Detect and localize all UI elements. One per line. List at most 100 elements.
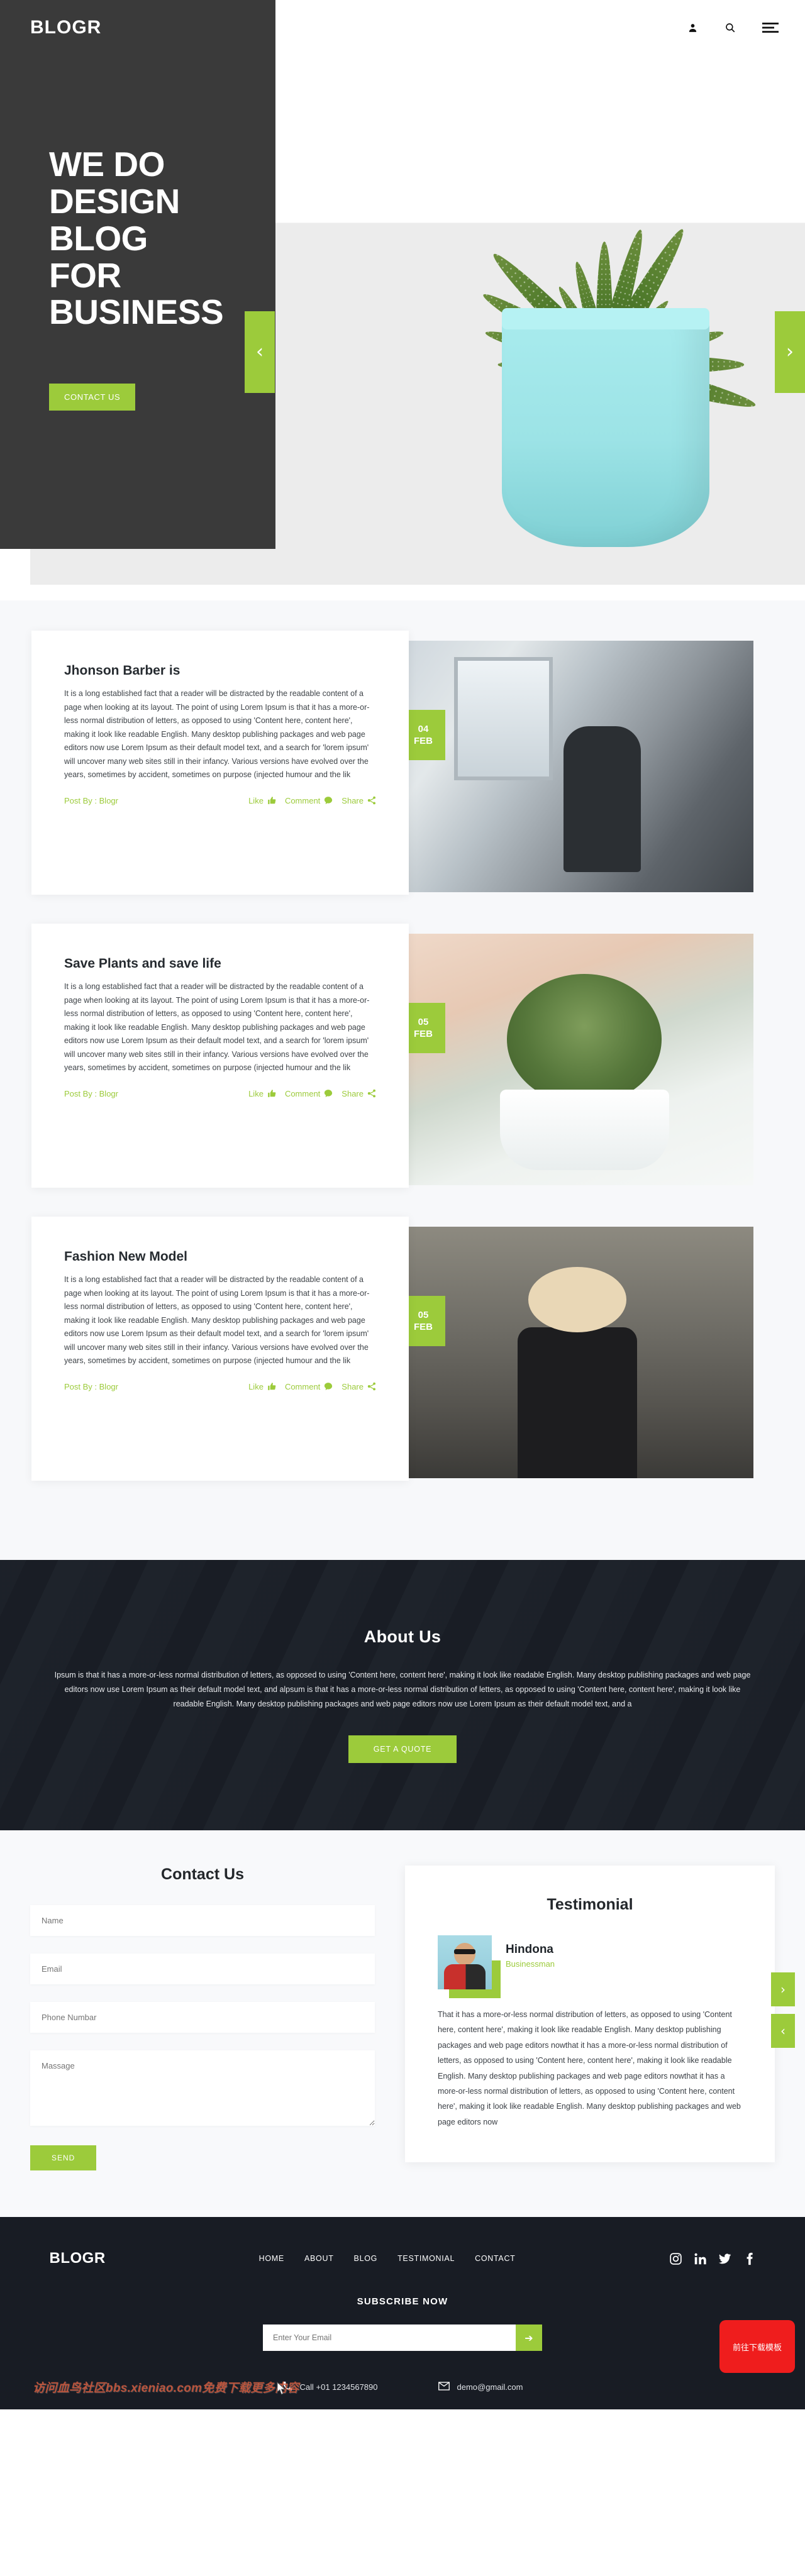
site-logo[interactable]: BLOGR [30,17,101,38]
testimonial-prev-arrow-icon[interactable]: ‹ [771,2014,795,2048]
footer-nav-contact[interactable]: CONTACT [475,2254,515,2263]
hamburger-menu-icon[interactable] [762,23,779,33]
blog-post: Jhonson Barber is It is a long establishe… [31,631,774,895]
post-date-month: FEB [414,736,433,746]
footer-social-group [669,2252,756,2265]
subscribe-submit-button[interactable]: ➔ [516,2324,542,2351]
post-image: 04 FEB [401,641,753,892]
twitter-icon[interactable] [718,2252,731,2265]
watermark-text: 访问血鸟社区bbs.xieniao.com免费下载更多内容 [33,2382,299,2395]
get-a-quote-button[interactable]: GET A QUOTE [348,1735,457,1764]
post-card: Jhonson Barber is It is a long establishe… [31,631,409,895]
share-label[interactable]: Share [341,1089,364,1098]
instagram-icon[interactable] [669,2252,682,2265]
post-card: Fashion New Model It is a long establishe… [31,1217,409,1481]
salon-photo [401,641,753,892]
share-label[interactable]: Share [341,796,364,805]
name-input[interactable] [30,1905,375,1936]
facebook-icon[interactable] [743,2252,756,2265]
testimonial-person: Hindona Businessman [438,1935,742,1998]
site-header: BLOGR [0,0,805,55]
footer-nav-blog[interactable]: BLOG [354,2254,378,2263]
mouse-cursor-icon [277,2381,287,2396]
avatar-wrapper [438,1935,501,1998]
post-image: 05 FEB [401,934,753,1185]
message-textarea[interactable] [30,2050,375,2126]
site-footer: BLOGR HOME ABOUT BLOG TESTIMONIAL CONTACT SU… [0,2217,805,2409]
fashion-photo [401,1227,753,1478]
share-icon[interactable] [367,796,376,805]
comment-label[interactable]: Comment [285,1382,320,1391]
like-label[interactable]: Like [248,796,264,805]
post-meta: Post By : Blogr Like Comment Share [64,1089,376,1098]
plant-pot-rim [502,308,709,329]
post-date-day: 05 [418,1309,429,1320]
post-date-month: FEB [414,1029,433,1039]
contact-us-button[interactable]: CONTACT US [49,384,136,411]
post-body: It is a long established fact that a rea… [64,689,370,779]
header-icon-group [687,22,779,33]
hero-prev-arrow-icon[interactable]: ‹ [245,311,275,393]
post-body: It is a long established fact that a rea… [64,982,370,1072]
subscribe-form: ➔ [263,2324,542,2351]
footer-nav-about[interactable]: ABOUT [304,2254,334,2263]
comment-bubble-icon[interactable] [324,796,333,805]
about-text: Ipsum is that it has a more-or-less norm… [54,1670,751,1709]
post-meta: Post By : Blogr Like Comment Share [64,1382,376,1391]
contact-form-column: Contact Us SEND [30,1866,375,2170]
footer-logo[interactable]: BLOGR [50,2250,106,2267]
comment-label[interactable]: Comment [285,796,320,805]
share-icon[interactable] [367,1089,376,1098]
post-meta: Post By : Blogr Like Comment Share [64,796,376,805]
post-date-day: 04 [418,723,429,734]
footer-email-text: demo@gmail.com [457,2382,523,2392]
like-label[interactable]: Like [248,1382,264,1391]
send-button[interactable]: SEND [30,2145,97,2170]
thumbs-up-icon[interactable] [267,796,276,805]
blog-section: Jhonson Barber is It is a long establishe… [0,600,805,1560]
comment-bubble-icon[interactable] [324,1382,333,1391]
post-image: 05 FEB [401,1227,753,1478]
plant-photo [401,934,753,1185]
post-author: Post By : Blogr [64,1088,118,1098]
user-icon[interactable] [687,23,698,33]
hero-title-line-0: WE DO [49,145,165,184]
comment-label[interactable]: Comment [285,1089,320,1098]
post-title: Jhonson Barber is [64,663,180,678]
footer-nav-home[interactable]: HOME [259,2254,284,2263]
like-label[interactable]: Like [248,1089,264,1098]
email-input[interactable] [30,1954,375,1984]
post-actions: Like Comment Share [248,796,376,805]
search-icon[interactable] [724,22,736,33]
footer-nav-testimonial[interactable]: TESTIMONIAL [397,2254,455,2263]
contact-title: Contact Us [161,1866,244,1883]
linkedin-icon[interactable] [694,2252,707,2265]
subscribe-email-input[interactable] [263,2324,516,2351]
footer-email-item[interactable]: demo@gmail.com [438,2382,523,2392]
testimonial-name: Hindona [506,1943,553,1956]
footer-top-row: BLOGR HOME ABOUT BLOG TESTIMONIAL CONTACT [27,2250,779,2267]
blog-post: Fashion New Model It is a long establishe… [31,1217,774,1481]
thumbs-up-icon[interactable] [267,1382,276,1391]
avatar [438,1935,492,1989]
share-icon[interactable] [367,1382,376,1391]
post-actions: Like Comment Share [248,1089,376,1098]
post-author: Post By : Blogr [64,795,118,805]
contact-testimonial-section: Contact Us SEND Testimonial Hindona Busi… [0,1830,805,2217]
post-card: Save Plants and save life It is a long es… [31,924,409,1188]
phone-input[interactable] [30,2002,375,2033]
hero-plant-image [414,25,791,572]
thumbs-up-icon[interactable] [267,1089,276,1098]
blog-post: Save Plants and save life It is a long es… [31,924,774,1188]
post-author: Post By : Blogr [64,1381,118,1391]
share-label[interactable]: Share [341,1382,364,1391]
hero-title-line-2: BLOG [49,218,148,258]
footer-phone-text: Call +01 1234567890 [299,2382,378,2392]
hero-title-line-4: BUSINESS [49,292,224,332]
comment-bubble-icon[interactable] [324,1089,333,1098]
hero-text-panel: WE DO DESIGN BLOG FOR BUSINESS CONTACT US [0,0,275,549]
download-template-badge[interactable]: 前往下载模板 [719,2320,795,2373]
testimonial-next-arrow-icon[interactable]: › [771,1972,795,2006]
hero-title: WE DO DESIGN BLOG FOR BUSINESS [49,146,257,331]
hero-next-arrow-icon[interactable]: › [775,311,805,393]
